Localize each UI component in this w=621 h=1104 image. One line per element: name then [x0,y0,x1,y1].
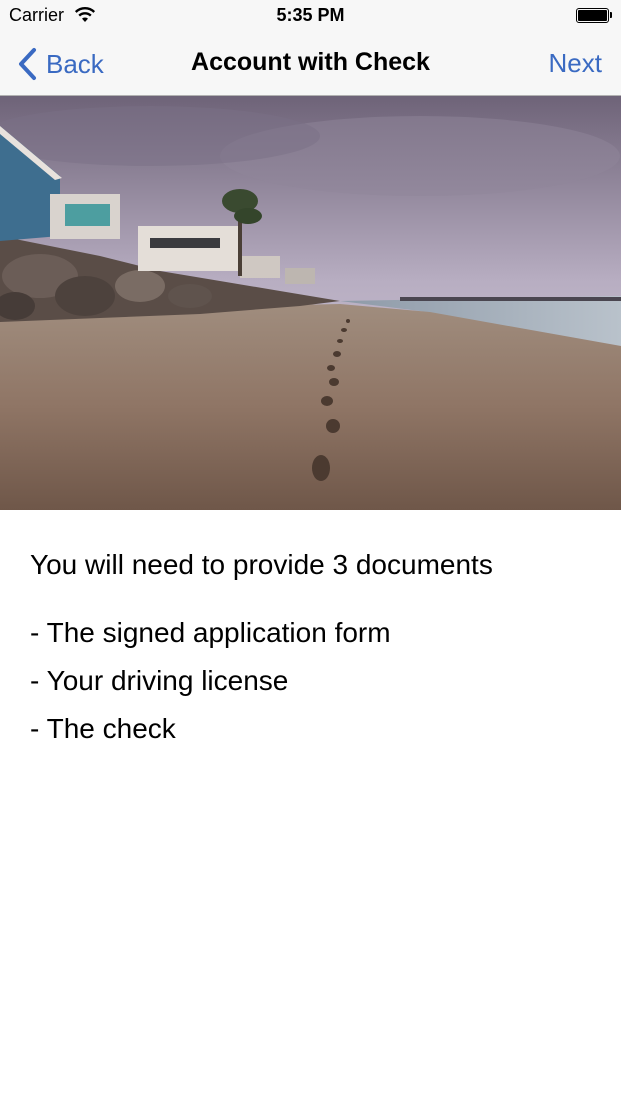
document-item: - The check [30,713,176,744]
page-title: Account with Check [191,48,430,76]
document-item: - Your driving license [30,665,289,696]
status-bar: Carrier 5:35 PM [0,0,621,32]
navigation-bar: Back Account with Check Next [0,32,621,96]
document-requirements: You will need to provide 3 documents - T… [30,545,590,753]
status-time: 5:35 PM [276,5,345,25]
battery-icon [576,8,612,23]
hero-image [0,96,621,510]
document-item: - The signed application form [30,617,391,648]
requirements-intro: You will need to provide 3 documents [30,549,493,580]
next-button[interactable]: Next [549,48,602,79]
